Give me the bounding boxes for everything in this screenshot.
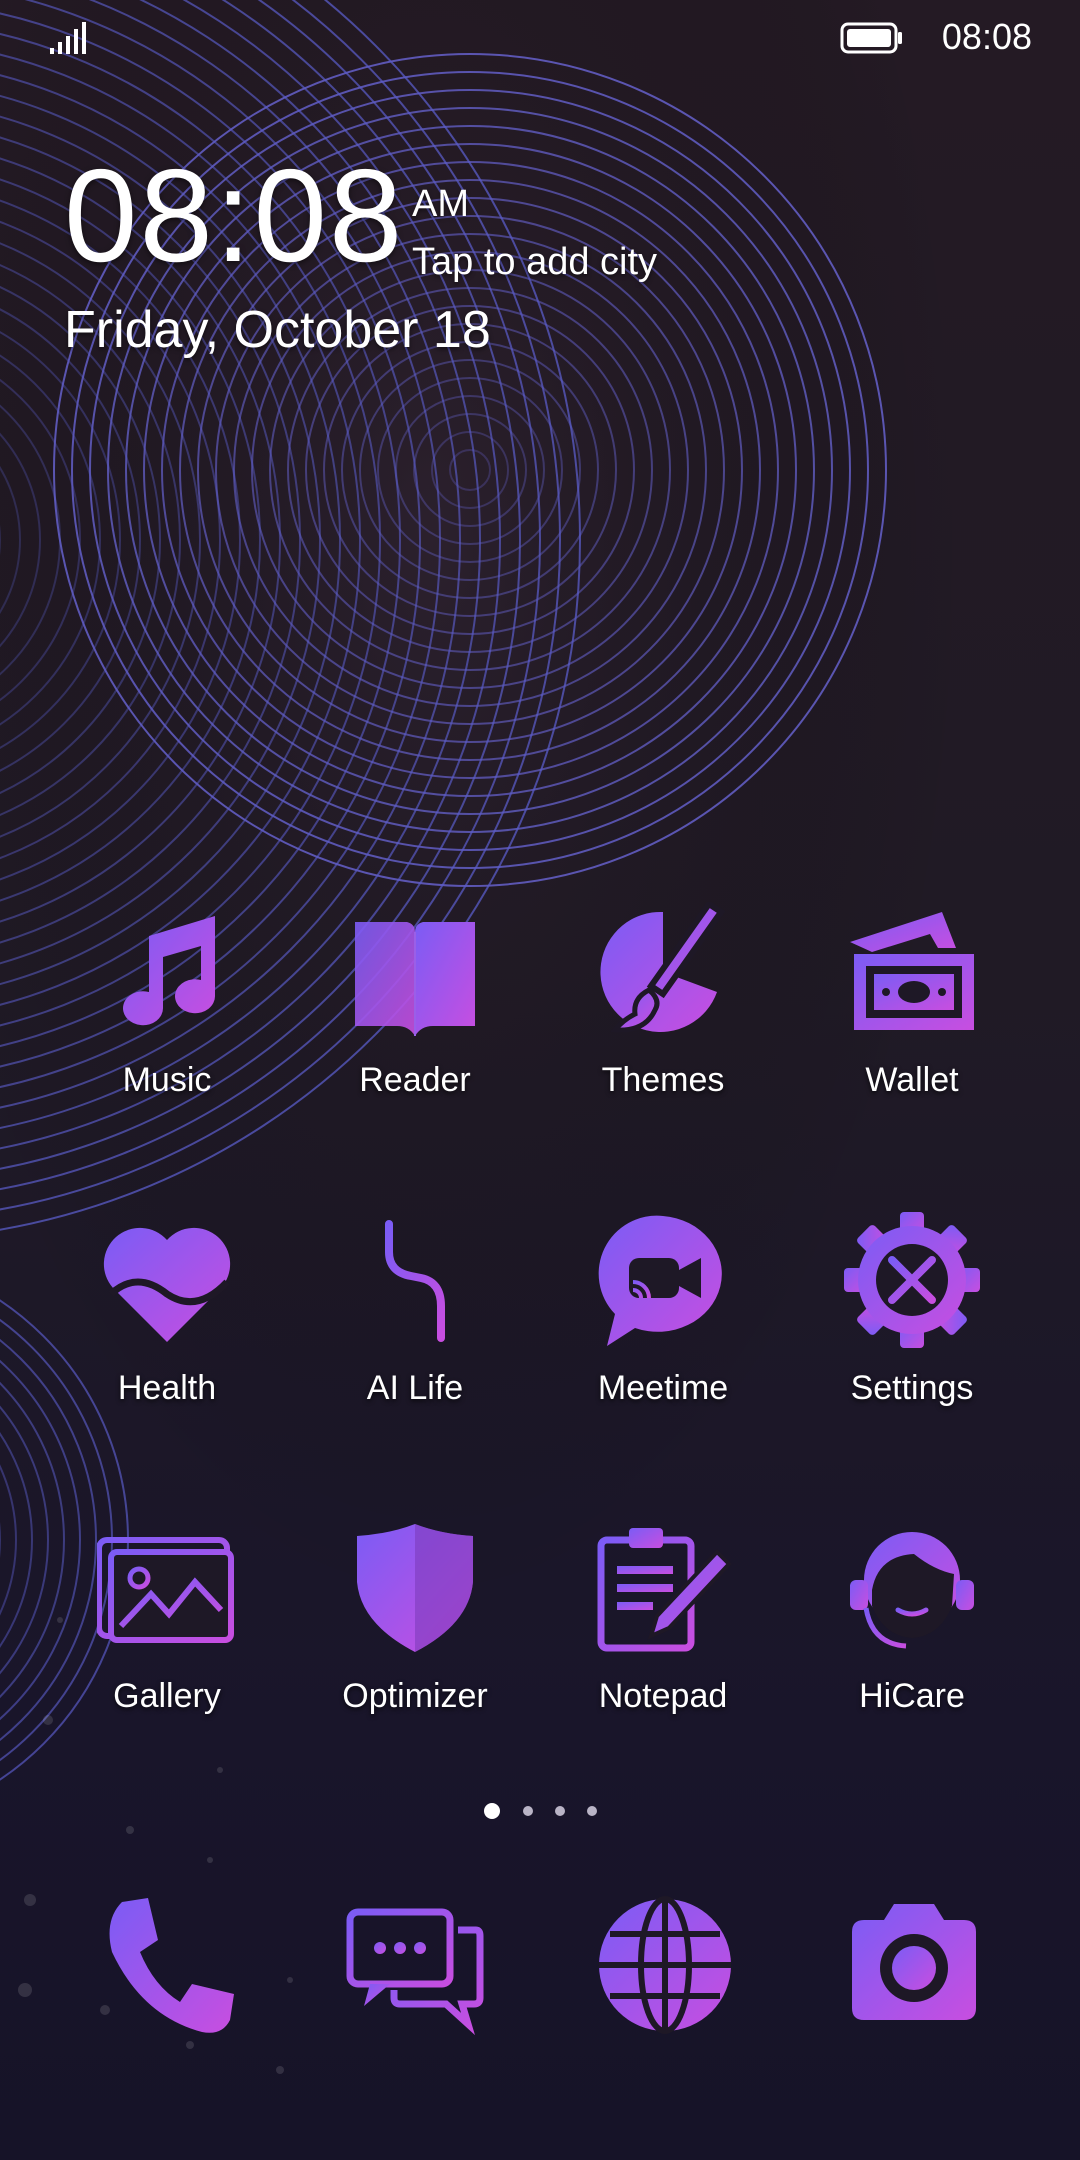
app-hicare[interactable]: HiCare	[802, 1518, 1022, 1748]
clock-ampm: AM	[412, 183, 469, 225]
photo-icon	[97, 1537, 234, 1643]
gear-icon	[844, 1212, 980, 1348]
app-notepad[interactable]: Notepad	[553, 1518, 773, 1748]
paintbrush-icon	[600, 902, 726, 1033]
clock-date: Friday, October 18	[64, 301, 491, 359]
app-label: Notepad	[598, 1677, 728, 1715]
page-indicator[interactable]	[0, 1800, 1080, 1824]
app-label: Themes	[601, 1061, 725, 1099]
app-label: Reader	[359, 1061, 471, 1099]
status-bar: 08:08	[0, 0, 1080, 80]
page-dot-2[interactable]	[523, 1806, 533, 1816]
camera-icon[interactable]	[838, 1890, 988, 2040]
ai-life-icon	[385, 1220, 445, 1342]
browser-globe-icon[interactable]	[590, 1890, 740, 2040]
headset-icon	[850, 1532, 974, 1649]
shield-icon	[357, 1524, 473, 1652]
page-dot-1[interactable]	[484, 1803, 500, 1819]
app-music[interactable]: Music	[57, 902, 277, 1132]
add-city-link[interactable]: Tap to add city	[412, 240, 657, 284]
messages-icon[interactable]	[340, 1890, 490, 2040]
battery-icon	[840, 22, 902, 54]
app-label: HiCare	[859, 1677, 965, 1715]
app-reader[interactable]: Reader	[305, 902, 525, 1132]
clock-time: 08:08	[64, 142, 405, 289]
app-optimizer[interactable]: Optimizer	[305, 1518, 525, 1748]
signal-icon	[50, 22, 86, 54]
app-health[interactable]: Health	[57, 1210, 277, 1440]
app-label: Health	[117, 1369, 217, 1407]
wallet-icon	[850, 912, 974, 1030]
app-label: Meetime	[597, 1369, 729, 1407]
app-label: Settings	[850, 1369, 974, 1407]
status-time: 08:08	[941, 16, 1032, 57]
app-label: AI Life	[366, 1369, 464, 1407]
app-settings[interactable]: Settings	[802, 1210, 1022, 1440]
notepad-icon	[597, 1528, 732, 1652]
app-label: Wallet	[865, 1061, 959, 1099]
music-note-icon	[123, 916, 216, 1026]
app-label: Optimizer	[342, 1677, 488, 1715]
page-dot-4[interactable]	[587, 1806, 597, 1816]
app-label: Music	[122, 1061, 212, 1099]
book-icon	[355, 922, 475, 1036]
heart-icon	[103, 1227, 231, 1342]
page-dot-3[interactable]	[555, 1806, 565, 1816]
app-gallery[interactable]: Gallery	[57, 1518, 277, 1748]
app-meetime[interactable]: Meetime	[553, 1210, 773, 1440]
app-wallet[interactable]: Wallet	[802, 902, 1022, 1132]
phone-icon[interactable]	[92, 1890, 242, 2040]
app-label: Gallery	[113, 1677, 221, 1715]
app-ai-life[interactable]: AI Life	[305, 1210, 525, 1440]
app-themes[interactable]: Themes	[553, 902, 773, 1132]
video-chat-icon	[598, 1215, 722, 1346]
